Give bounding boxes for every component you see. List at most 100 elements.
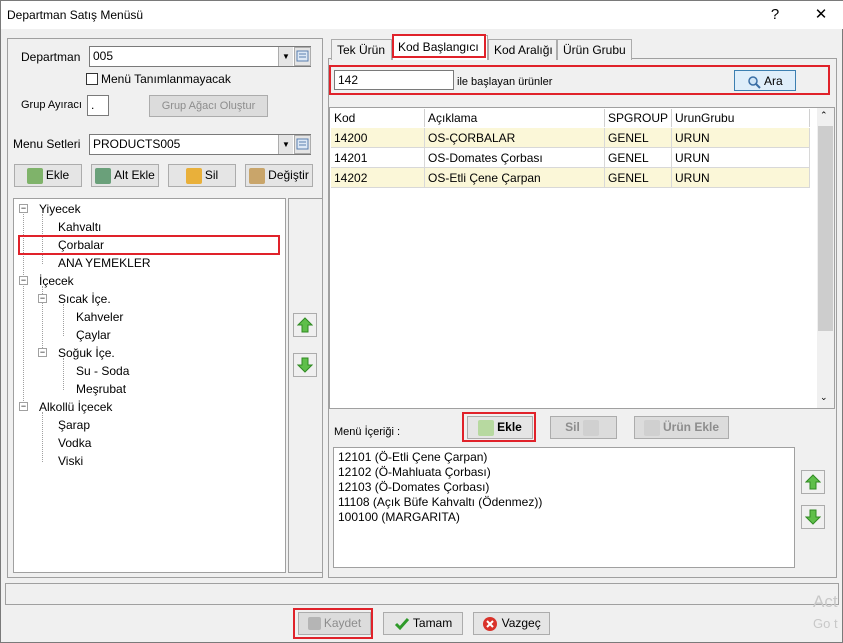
tree-node[interactable]: Sıcak İçe.: [58, 292, 111, 306]
list-item[interactable]: 12102 (Ö-Mahluata Çorbası): [338, 465, 491, 479]
alt-ekle-button[interactable]: Alt Ekle: [91, 164, 159, 187]
column-header[interactable]: Kod: [331, 109, 425, 127]
window-title: Departman Satış Menüsü: [7, 8, 144, 22]
tab-urun-grubu[interactable]: Ürün Grubu: [557, 39, 632, 60]
grup-ayiraci-value: .: [91, 98, 95, 112]
vertical-scrollbar[interactable]: ⌃ ⌄: [817, 108, 834, 408]
ekle-label: Ekle: [45, 168, 70, 182]
highlight-box: [392, 34, 486, 58]
scroll-down-icon[interactable]: ⌄: [820, 392, 828, 403]
tree-node[interactable]: Alkollü İçecek: [39, 400, 112, 414]
list-item[interactable]: 11108 (Açık Büfe Kahvaltı (Ödenmez)): [338, 495, 542, 509]
vazgec-label: Vazgeç: [501, 616, 541, 630]
tree-node[interactable]: İçecek: [39, 274, 74, 288]
column-header[interactable]: UrunGrubu: [672, 109, 810, 127]
close-button[interactable]: ✕: [806, 3, 836, 27]
degistir-button[interactable]: Değiştir: [245, 164, 313, 187]
grid-cell[interactable]: OS-Etli Çene Çarpan: [425, 168, 605, 188]
list-item[interactable]: 12103 (Ö-Domates Çorbası): [338, 480, 489, 494]
menu-setleri-label: Menu Setleri: [13, 137, 81, 151]
chevron-down-icon[interactable]: ▼: [278, 135, 293, 154]
sil-label: Sil: [204, 168, 219, 182]
grid-cell[interactable]: OS-Domates Çorbası: [425, 148, 605, 168]
degistir-label: Değiştir: [268, 168, 309, 182]
menu-move-up-button[interactable]: [801, 470, 825, 494]
collapse-icon[interactable]: −: [19, 204, 28, 213]
tree-node[interactable]: Soğuk İçe.: [58, 346, 115, 360]
tree-node[interactable]: Kahvaltı: [58, 220, 101, 234]
grup-ayiraci-label: Grup Ayıracı: [21, 99, 82, 111]
grid-cell[interactable]: URUN: [672, 128, 810, 148]
arrow-up-icon: [805, 474, 821, 490]
status-strip: [5, 583, 839, 605]
departman-value: 005: [93, 49, 114, 63]
tree-node[interactable]: Su - Soda: [76, 364, 129, 378]
delete-icon: [185, 167, 202, 184]
tree-node[interactable]: Vodka: [58, 436, 91, 450]
list-item[interactable]: 12101 (Ö-Etli Çene Çarpan): [338, 450, 487, 464]
collapse-icon[interactable]: −: [19, 402, 28, 411]
tree-node[interactable]: Yiyecek: [39, 202, 81, 216]
urun-ekle-button[interactable]: Ürün Ekle: [634, 416, 729, 439]
grid-cell[interactable]: 14202: [331, 168, 425, 188]
tree-node[interactable]: Viski: [58, 454, 83, 468]
tamam-button[interactable]: Tamam: [383, 612, 463, 635]
menu-move-down-button[interactable]: [801, 505, 825, 529]
title-bar: Departman Satış Menüsü ? ✕: [1, 1, 843, 29]
highlight-box: [329, 65, 830, 95]
tree-node[interactable]: Kahveler: [76, 310, 123, 324]
collapse-icon[interactable]: −: [38, 348, 47, 357]
sil-button[interactable]: Sil: [168, 164, 236, 187]
highlight-box: [293, 608, 373, 639]
move-up-button[interactable]: [293, 313, 317, 337]
cancel-icon: [483, 616, 498, 631]
grid-cell[interactable]: OS-ÇORBALAR: [425, 128, 605, 148]
grid-cell[interactable]: GENEL: [605, 128, 672, 148]
tab-tek-urun[interactable]: Tek Ürün: [331, 39, 392, 60]
highlight-box: [18, 235, 280, 255]
urun-ekle-label: Ürün Ekle: [662, 420, 719, 434]
remove-item-icon: [582, 419, 599, 436]
menu-sil-button[interactable]: Sil: [550, 416, 617, 439]
menu-tanimlanmayacak-checkbox[interactable]: [86, 73, 98, 85]
lookup-icon[interactable]: [294, 47, 311, 66]
help-button[interactable]: ?: [760, 3, 790, 27]
ekle-button[interactable]: Ekle: [14, 164, 82, 187]
move-down-button[interactable]: [293, 353, 317, 377]
highlight-box: [462, 412, 536, 442]
grup-ayiraci-input[interactable]: .: [87, 95, 109, 116]
tree-node[interactable]: Şarap: [58, 418, 90, 432]
collapse-icon[interactable]: −: [38, 294, 47, 303]
tree-node[interactable]: Çaylar: [76, 328, 111, 342]
grid-cell[interactable]: 14201: [331, 148, 425, 168]
grid-cell[interactable]: URUN: [672, 148, 810, 168]
grid-cell[interactable]: URUN: [672, 168, 810, 188]
watermark-text: Act: [813, 592, 838, 611]
menu-icerigi-label: Menü İçeriği :: [334, 426, 401, 438]
lookup-icon[interactable]: [294, 135, 311, 154]
grid-cell[interactable]: GENEL: [605, 168, 672, 188]
vazgec-button[interactable]: Vazgeç: [473, 612, 550, 635]
check-icon: [394, 617, 409, 631]
scrollbar-thumb[interactable]: [818, 126, 833, 331]
column-header[interactable]: Açıklama: [425, 109, 605, 127]
tree-node[interactable]: ANA YEMEKLER: [58, 256, 150, 270]
product-add-icon: [643, 419, 660, 436]
chevron-down-icon[interactable]: ▼: [278, 47, 293, 66]
grid-cell[interactable]: GENEL: [605, 148, 672, 168]
list-item[interactable]: 100100 (MARGARITA): [338, 510, 460, 524]
menu-setleri-value: PRODUCTS005: [93, 137, 181, 151]
tree-arrow-panel: [288, 198, 323, 573]
tamam-label: Tamam: [412, 616, 453, 630]
tab-kod-araligi[interactable]: Kod Aralığı: [488, 39, 557, 60]
dialog-window: Departman Satış Menüsü ? ✕ Departman 005…: [0, 0, 843, 643]
column-header[interactable]: SPGROUP: [605, 109, 672, 127]
grid-cell[interactable]: 14200: [331, 128, 425, 148]
scroll-up-icon[interactable]: ⌃: [820, 110, 828, 121]
grup-agaci-olustur-button[interactable]: Grup Ağacı Oluştur: [149, 95, 268, 117]
arrow-up-icon: [297, 317, 313, 333]
collapse-icon[interactable]: −: [19, 276, 28, 285]
tree-node[interactable]: Meşrubat: [76, 382, 126, 396]
add-child-icon: [95, 167, 112, 184]
watermark-text: Go t: [813, 616, 838, 631]
